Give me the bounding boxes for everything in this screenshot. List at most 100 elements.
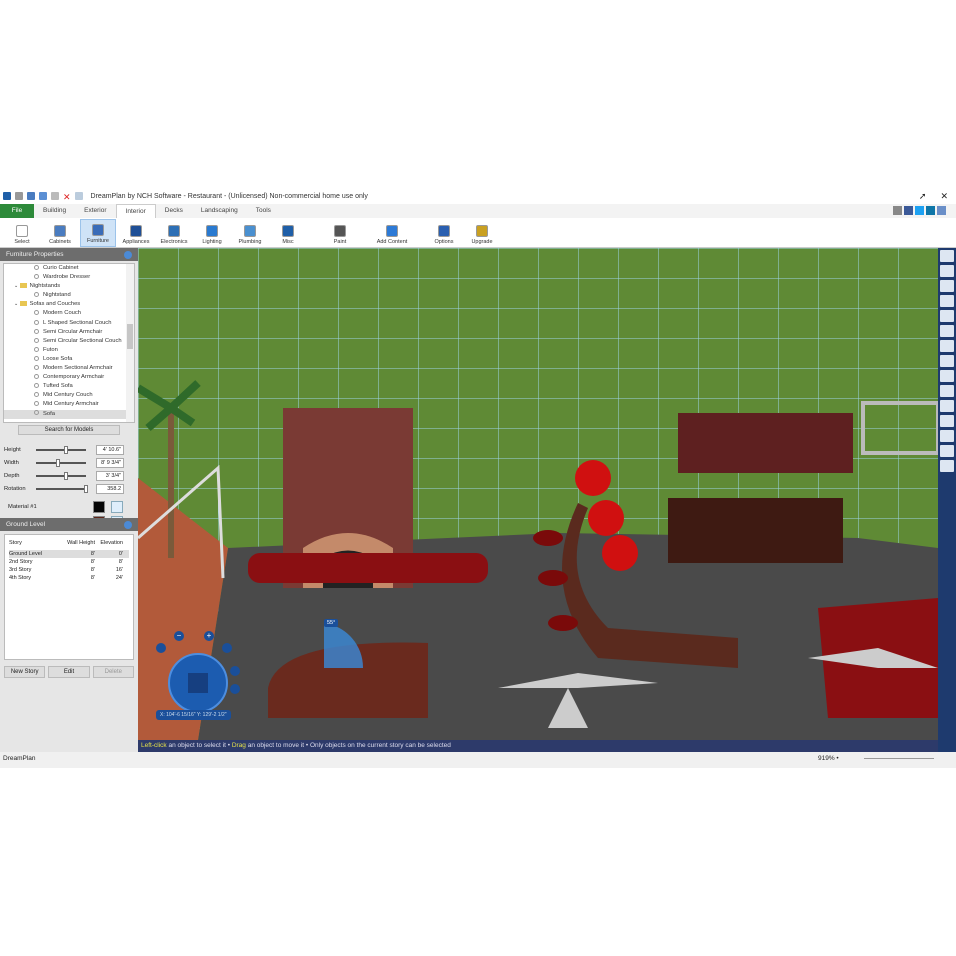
view-tool-icon[interactable] [940, 460, 954, 472]
print-icon[interactable] [15, 192, 23, 200]
view-tool-icon[interactable] [940, 265, 954, 277]
view-tool-icon[interactable] [940, 430, 954, 442]
depth-slider[interactable] [36, 471, 86, 480]
tree-item[interactable]: Semi Circular Armchair [4, 328, 134, 337]
pan-pad[interactable] [188, 673, 208, 693]
move-up-button[interactable] [230, 666, 240, 676]
tree-item[interactable]: Semi Circular Sectional Couch [4, 337, 134, 346]
width-slider[interactable] [36, 458, 86, 467]
width-field[interactable]: 8' 9 3/4" [96, 457, 124, 468]
tree-item[interactable]: Modern Couch [4, 309, 134, 318]
ribbon-lighting-button[interactable]: Lighting [194, 219, 230, 247]
table-row[interactable]: 4th Story 8' 24' [9, 574, 129, 582]
tree-item[interactable]: Mid Century Armchair [4, 400, 134, 409]
ribbon-upgrade-button[interactable]: Upgrade [464, 219, 500, 247]
save-icon[interactable] [27, 192, 35, 200]
view-tool-icon[interactable] [940, 340, 954, 352]
depth-field[interactable]: 3' 3/4" [96, 470, 124, 481]
eyedropper-icon[interactable] [111, 500, 123, 513]
tab-tools[interactable]: Tools [247, 204, 280, 218]
help-icon[interactable]: ➚ [919, 191, 927, 202]
tab-file[interactable]: File [0, 204, 34, 218]
ribbon-furniture-button[interactable]: Furniture [80, 219, 116, 247]
height-slider[interactable] [36, 445, 86, 454]
delete-icon[interactable]: ✕ [63, 192, 71, 202]
upgrade-icon [476, 225, 488, 237]
redo-icon[interactable] [51, 192, 59, 200]
help-icon[interactable] [156, 643, 166, 653]
tab-exterior[interactable]: Exterior [75, 204, 115, 218]
tree-item[interactable]: Modern Sectional Armchair [4, 364, 134, 373]
table-row[interactable]: Ground Level 8' 0' [9, 550, 129, 558]
view-tool-icon[interactable] [940, 355, 954, 367]
ribbon-cabinets-button[interactable]: Cabinets [42, 219, 78, 247]
tree-item[interactable]: ⌄ Sofas and Couches [4, 300, 134, 309]
help-icon[interactable] [124, 520, 132, 529]
ribbon-add-content-button[interactable]: Add Content [374, 219, 410, 247]
tree-item[interactable]: ⌄ Nightstands [4, 282, 134, 291]
tree-item[interactable]: L Shaped Sectional Couch [4, 319, 134, 328]
scene [138, 248, 938, 740]
help-icon[interactable] [124, 250, 132, 259]
view-tool-icon[interactable] [940, 415, 954, 427]
tree-item[interactable]: Tufted Sofa [4, 382, 134, 391]
tree-item[interactable]: Loose Sofa [4, 355, 134, 364]
copy-icon[interactable] [74, 192, 83, 200]
view-tool-icon[interactable] [940, 385, 954, 397]
linkedin-icon[interactable] [926, 206, 935, 215]
tree-item[interactable]: Nightstand [4, 291, 134, 300]
height-field[interactable]: 4' 10.6" [96, 444, 124, 455]
edit-story-button[interactable]: Edit [48, 666, 90, 678]
search-models-button[interactable]: Search for Models [18, 425, 120, 435]
table-row[interactable]: 2nd Story 8' 8' [9, 558, 129, 566]
tree-item[interactable]: Futon [4, 346, 134, 355]
tree-item[interactable]: Contemporary Armchair [4, 373, 134, 382]
furniture-tree[interactable]: Curio Cabinet Wardrobe Dresser ⌄ Nightstan… [3, 263, 135, 423]
view-tool-icon[interactable] [940, 445, 954, 457]
scrollbar[interactable] [126, 264, 134, 422]
undo-icon[interactable] [39, 192, 47, 200]
facebook-icon[interactable] [904, 206, 913, 215]
zoom-in-button[interactable]: + [204, 631, 214, 641]
rotation-slider[interactable] [36, 484, 88, 493]
table-row[interactable]: 3rd Story 8' 16' [9, 566, 129, 574]
rotation-field[interactable]: 358.2 [96, 483, 124, 494]
view-tool-icon[interactable] [940, 250, 954, 262]
tab-landscaping[interactable]: Landscaping [192, 204, 247, 218]
ribbon-plumbing-button[interactable]: Plumbing [232, 219, 268, 247]
view-tool-icon[interactable] [940, 310, 954, 322]
delete-story-button[interactable]: Delete [92, 666, 134, 678]
tab-decks[interactable]: Decks [156, 204, 192, 218]
tree-item[interactable]: Mid Century Couch [4, 391, 134, 400]
ribbon-misc-button[interactable]: Misc [270, 219, 306, 247]
ribbon-electronics-button[interactable]: Electronics [156, 219, 192, 247]
hint-bar: Left-click an object to select it • Drag… [138, 740, 938, 752]
material-color-swatch[interactable] [93, 500, 105, 513]
tab-building[interactable]: Building [34, 204, 75, 218]
tree-item[interactable]: Wardrobe Dresser [4, 273, 134, 282]
story-table: Story Wall Height Elevation Ground Level 8'… [4, 534, 134, 660]
ribbon-select-button[interactable]: Select [4, 219, 40, 247]
view-tool-icon[interactable] [940, 400, 954, 412]
navigation-control[interactable] [168, 653, 228, 713]
camera-icon[interactable] [222, 643, 232, 653]
ribbon-paint-button[interactable]: Paint [322, 219, 358, 247]
tab-interior[interactable]: Interior [115, 204, 156, 218]
new-story-button[interactable]: New Story [4, 666, 46, 678]
tree-item[interactable]: Curio Cabinet [4, 264, 134, 273]
3d-viewport[interactable]: 55° − + X: 104'-6 15/16" Y: 129'-2 1/2" [138, 248, 938, 740]
ribbon-appliances-button[interactable]: Appliances [118, 219, 154, 247]
view-tool-icon[interactable] [940, 280, 954, 292]
move-down-button[interactable] [230, 684, 240, 694]
tree-item[interactable]: Sofa [4, 409, 134, 419]
ribbon-options-button[interactable]: Options [426, 219, 462, 247]
view-tool-icon[interactable] [940, 295, 954, 307]
like-icon[interactable] [893, 206, 902, 215]
view-tool-icon[interactable] [940, 370, 954, 382]
view-tool-icon[interactable] [940, 325, 954, 337]
zoom-slider[interactable] [864, 758, 934, 759]
twitter-icon[interactable] [915, 206, 924, 215]
help-menu-icon[interactable] [937, 206, 946, 215]
zoom-out-button[interactable]: − [174, 631, 184, 641]
close-button[interactable]: ✕ [940, 191, 948, 202]
